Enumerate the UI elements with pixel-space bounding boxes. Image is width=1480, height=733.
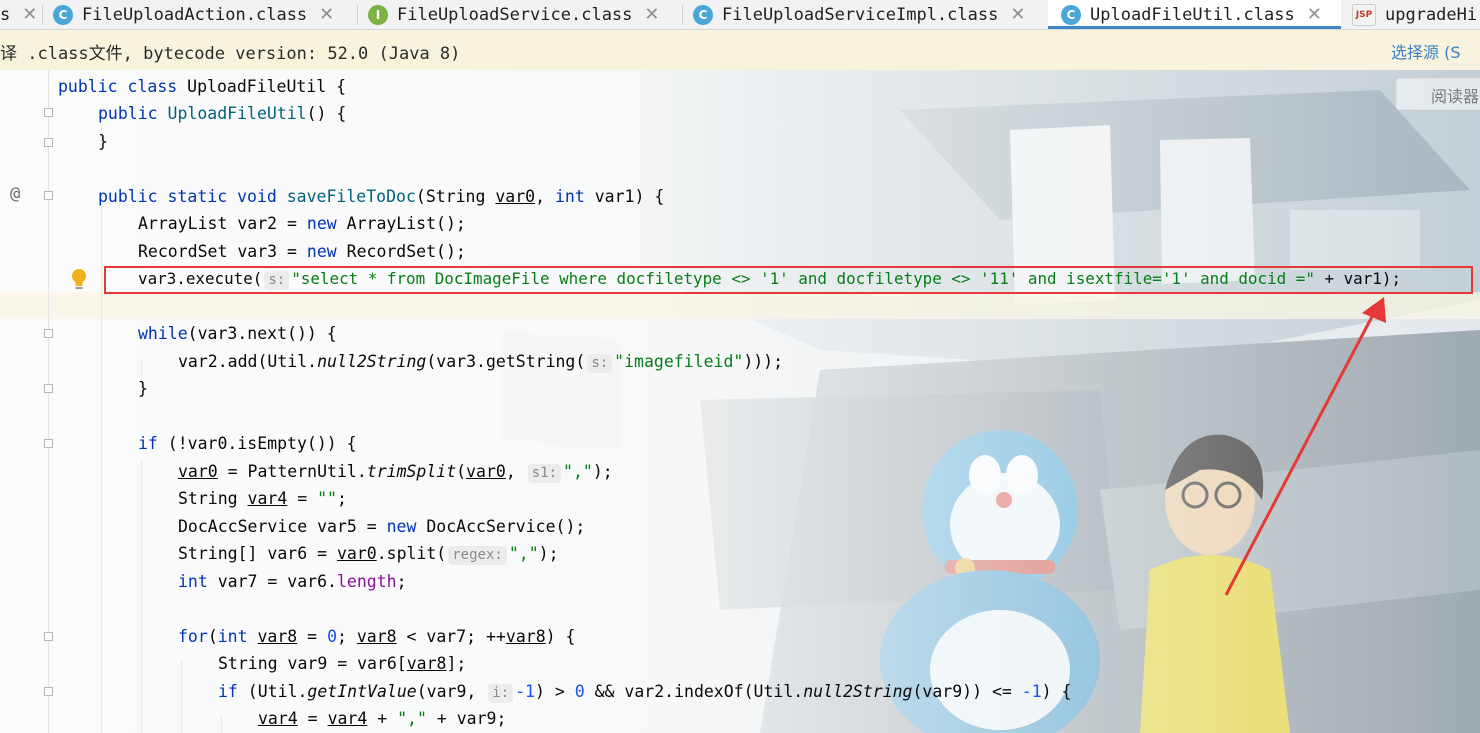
tab-label: FileUploadServiceImpl.class (722, 4, 999, 25)
jsp-file-icon: JSP (1352, 3, 1376, 26)
tab-fileuploadservice[interactable]: I FileUploadService.class ✕ (368, 0, 678, 29)
code-editor[interactable]: @ 阅读器 public class UploadFileUtil { publ… (0, 70, 1480, 733)
code-line[interactable]: for(int var8 = 0; var8 < var7; ++var8) { (178, 623, 575, 650)
line-gutter (0, 70, 48, 733)
editor-tab-bar: s ✕ C FileUploadAction.class ✕ I FileUpl… (0, 0, 1480, 30)
reader-mode-button[interactable]: 阅读器 (1396, 78, 1480, 110)
close-icon[interactable]: ✕ (644, 4, 659, 25)
code-line[interactable]: var2.add(Util.null2String(var3.getString… (178, 348, 783, 375)
annotation-arrow (1224, 297, 1386, 596)
class-icon: C (693, 4, 713, 25)
code-line[interactable]: ArrayList var2 = new ArrayList(); (138, 210, 466, 237)
tab-label: UploadFileUtil.class (1090, 4, 1295, 25)
decompiled-info-bar: 编译 .class文件, bytecode version: 52.0 (Jav… (0, 30, 1480, 70)
fold-marker[interactable] (44, 632, 53, 641)
interface-icon: I (368, 4, 388, 25)
fold-marker[interactable] (44, 108, 53, 117)
tab-partial-left[interactable]: s ✕ (0, 0, 40, 29)
code-line[interactable]: public static void saveFileToDoc(String … (98, 183, 664, 210)
fold-marker[interactable] (44, 191, 53, 200)
fold-marker[interactable] (44, 138, 53, 147)
code-line[interactable]: } (138, 375, 148, 402)
tab-label: FileUploadService.class (397, 4, 633, 25)
code-line[interactable]: String var4 = ""; (178, 485, 347, 512)
fold-marker[interactable] (44, 384, 53, 393)
tab-label: upgradeHi (1385, 4, 1478, 25)
fold-marker[interactable] (44, 439, 53, 448)
tab-uploadfileutil[interactable]: C UploadFileUtil.class ✕ (1048, 0, 1341, 29)
code-line[interactable]: DocAccService var5 = new DocAccService()… (178, 513, 585, 540)
indent-guide (101, 206, 102, 733)
tab-fileuploadserviceimpl[interactable]: C FileUploadServiceImpl.class ✕ (693, 0, 1045, 29)
code-line[interactable]: while(var3.next()) { (138, 320, 337, 347)
close-icon[interactable]: ✕ (1307, 4, 1322, 25)
tab-label: s (0, 4, 11, 25)
code-line[interactable]: RecordSet var3 = new RecordSet(); (138, 238, 466, 265)
code-line[interactable]: if (!var0.isEmpty()) { (138, 430, 357, 457)
close-icon[interactable]: ✕ (319, 4, 334, 25)
param-hint: i: (488, 684, 514, 703)
param-hint: regex: (448, 546, 507, 565)
code-line[interactable]: String[] var6 = var0.split(regex: ","); (178, 540, 559, 567)
code-line[interactable]: var0 = PatternUtil.trimSplit(var0, s1: ",… (178, 458, 613, 485)
indent-guide (141, 460, 142, 733)
choose-sources-link[interactable]: 选择源 (S (1391, 39, 1461, 63)
tab-label: FileUploadAction.class (82, 4, 308, 25)
indent-guide (181, 660, 182, 733)
close-icon[interactable]: ✕ (1010, 4, 1025, 25)
code-line[interactable]: int var7 = var6.length; (178, 568, 407, 595)
fold-marker[interactable] (44, 329, 53, 338)
code-line[interactable]: if (Util.getIntValue(var9, i: -1) > 0 && … (218, 678, 1071, 705)
tab-divider (682, 5, 683, 25)
sql-injection-highlight-box (104, 266, 1473, 294)
fold-marker[interactable] (44, 687, 53, 696)
tab-divider (42, 5, 43, 25)
code-line[interactable]: String var9 = var6[var8]; (218, 650, 466, 677)
class-icon: C (1061, 4, 1081, 25)
code-line[interactable]: } (98, 128, 108, 155)
tab-fileuploadaction[interactable]: C FileUploadAction.class ✕ (53, 0, 353, 29)
indent-guide (221, 715, 222, 733)
class-icon: C (53, 4, 73, 25)
code-line[interactable]: public class UploadFileUtil { (58, 73, 346, 100)
code-line[interactable]: public UploadFileUtil() { (98, 100, 346, 127)
lightbulb-icon[interactable] (70, 268, 88, 292)
param-hint: s: (587, 354, 613, 373)
bytecode-version-message: 编译 .class文件, bytecode version: 52.0 (Jav… (0, 44, 461, 64)
code-line[interactable]: var4 = var4 + "," + var9; (258, 705, 506, 732)
close-icon[interactable]: ✕ (22, 4, 37, 25)
tab-divider (357, 5, 358, 25)
override-marker[interactable]: @ (10, 184, 20, 204)
param-hint: s1: (527, 464, 562, 483)
tab-upgradehi[interactable]: JSP upgradeHi (1352, 0, 1480, 29)
